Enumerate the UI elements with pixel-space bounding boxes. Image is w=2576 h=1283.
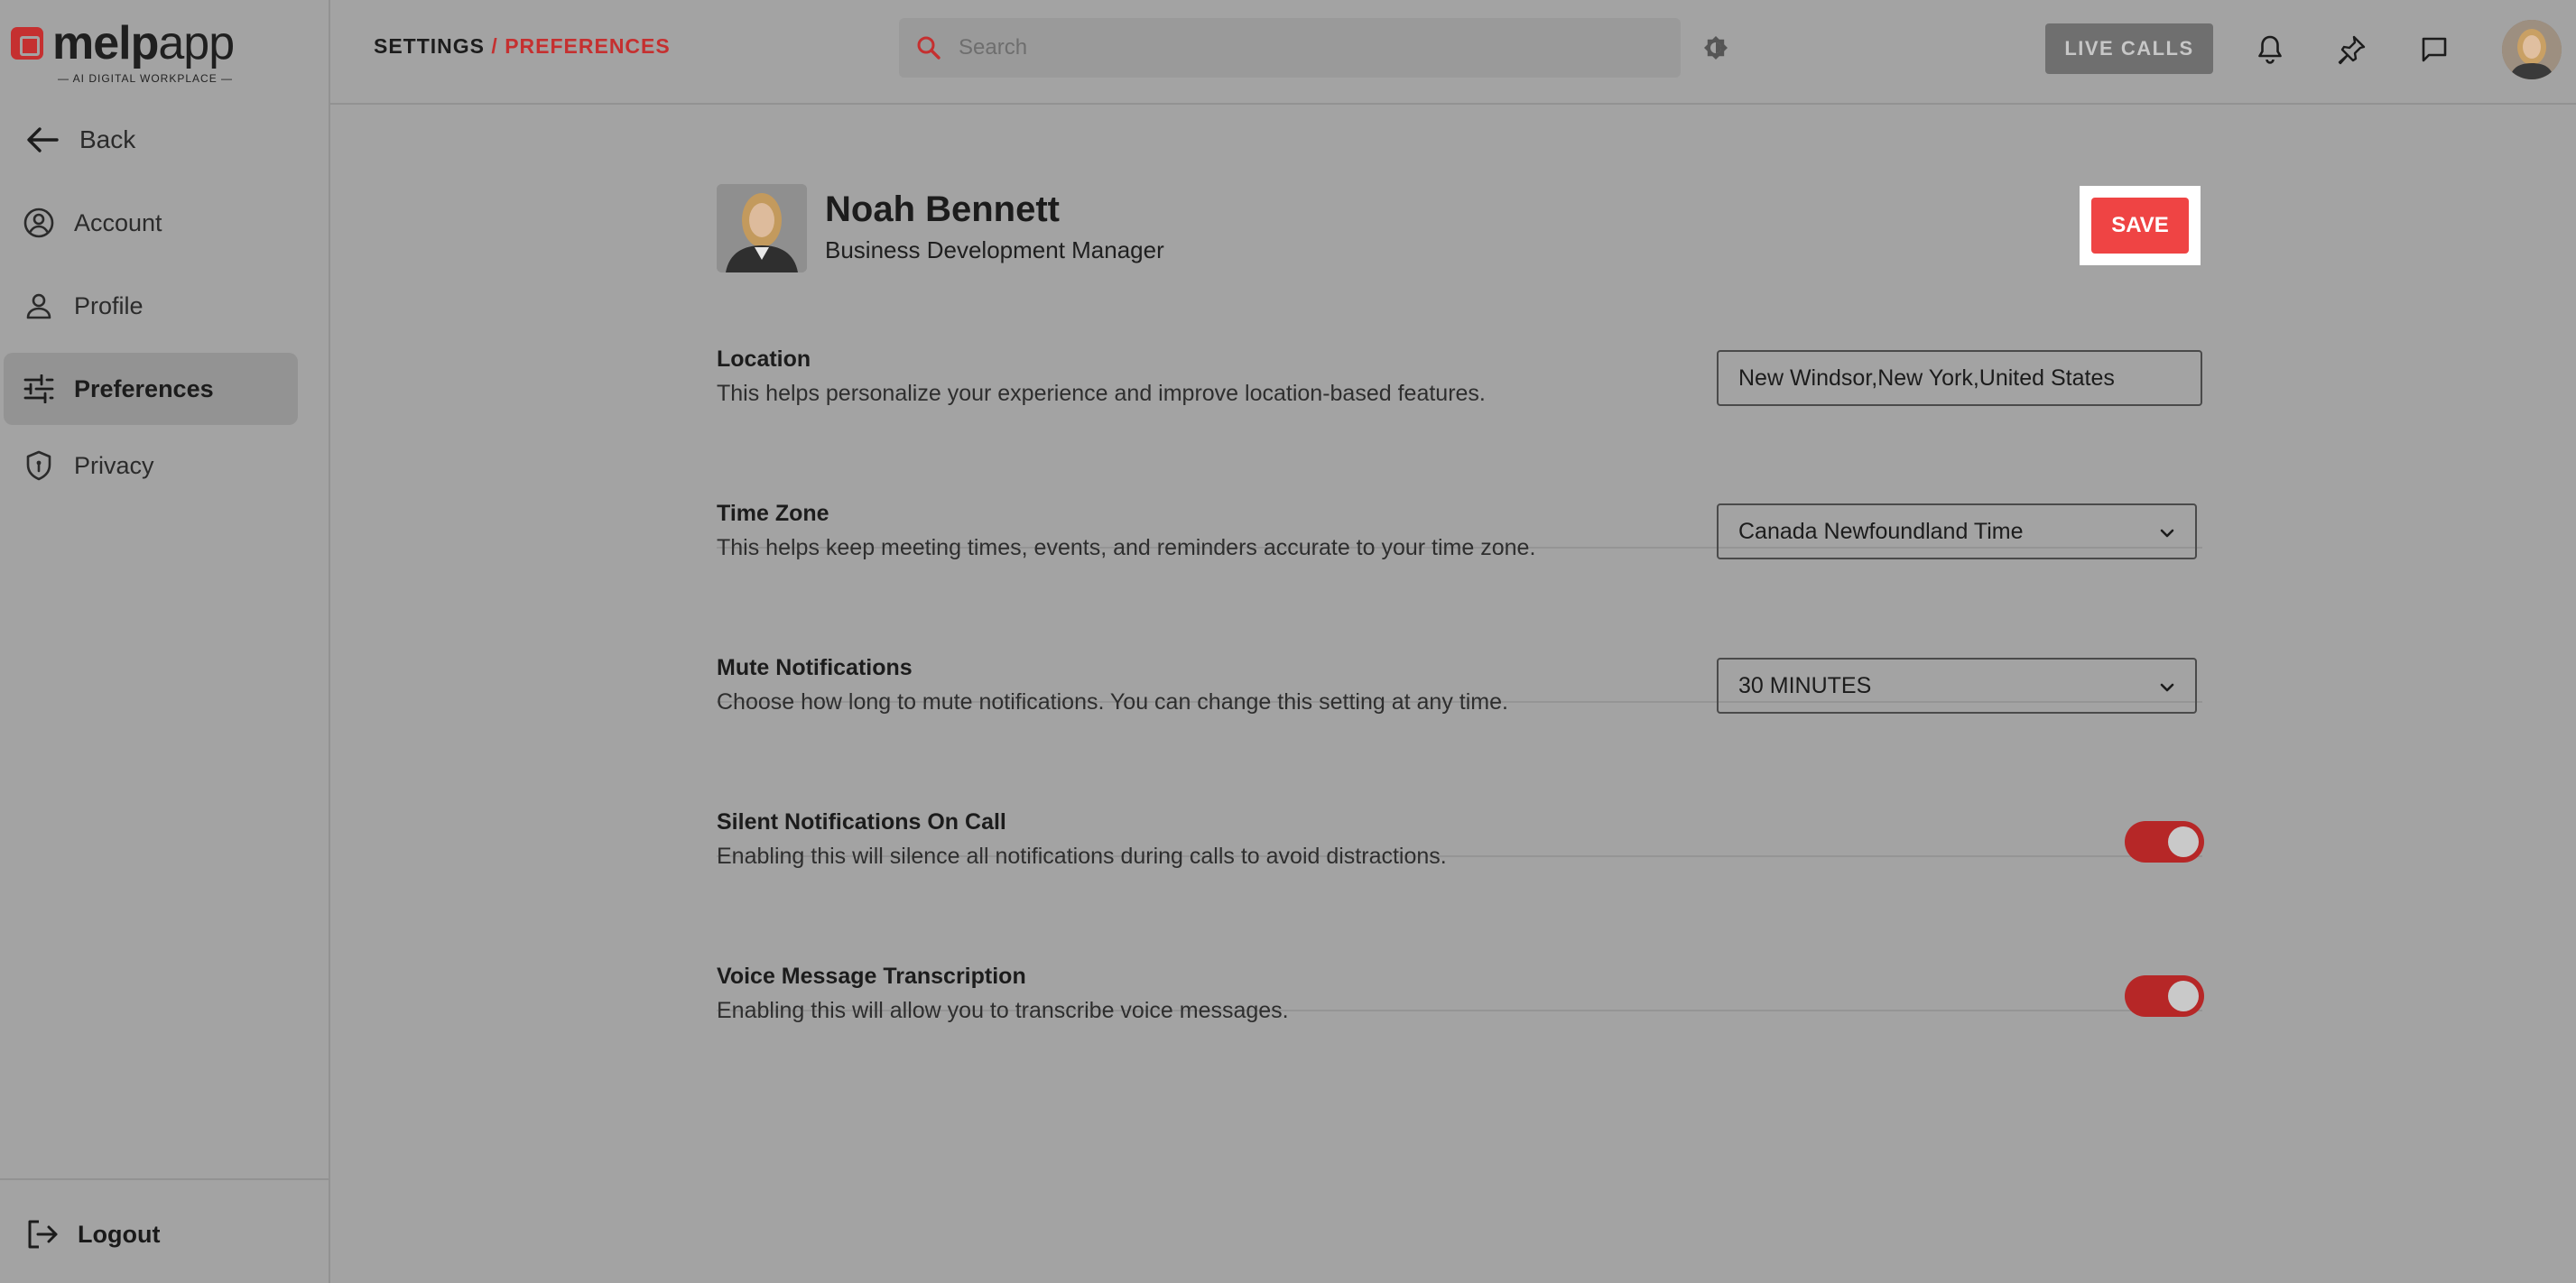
setting-location: Location This helps personalize your exp… <box>717 346 2202 549</box>
logout-icon <box>25 1217 60 1251</box>
setting-label: Mute Notifications <box>717 655 913 680</box>
chevron-down-icon <box>2159 673 2175 699</box>
theme-toggle-icon[interactable] <box>1702 34 1729 61</box>
setting-description: This helps personalize your experience a… <box>717 381 1486 406</box>
pin-icon[interactable] <box>2334 32 2368 67</box>
back-button[interactable]: Back <box>4 104 298 176</box>
logo-name-bold: melp <box>52 17 159 69</box>
app-logo[interactable]: melpapp — AI DIGITAL WORKPLACE — <box>11 18 246 90</box>
bell-icon[interactable] <box>2253 32 2287 67</box>
chevron-down-icon <box>2159 519 2175 545</box>
sidebar-item-preferences[interactable]: Preferences <box>4 353 298 425</box>
breadcrumb-settings[interactable]: SETTINGS <box>374 34 485 58</box>
setting-description: Enabling this will silence all notificat… <box>717 844 1447 869</box>
save-button[interactable]: SAVE <box>2091 198 2189 254</box>
sidebar-item-account[interactable]: Account <box>4 187 298 259</box>
setting-label: Voice Message Transcription <box>717 964 1026 989</box>
logout-button[interactable]: Logout <box>4 1198 298 1270</box>
logo-mark-icon <box>11 27 43 60</box>
location-field[interactable]: New Windsor,New York,United States <box>1717 350 2202 406</box>
sidebar: melpapp — AI DIGITAL WORKPLACE — Back Ac… <box>0 0 330 1283</box>
breadcrumb-separator: / <box>485 34 505 58</box>
setting-mute-notifications: Mute Notifications Choose how long to mu… <box>717 655 2202 857</box>
setting-description: Enabling this will allow you to transcri… <box>717 998 1289 1023</box>
setting-voice-transcription: Voice Message Transcription Enabling thi… <box>717 964 2204 1117</box>
sidebar-divider <box>0 1178 330 1180</box>
sidebar-item-privacy[interactable]: Privacy <box>4 429 298 502</box>
search-input[interactable] <box>959 35 1645 60</box>
arrow-left-icon <box>25 123 60 157</box>
breadcrumb-current: PREFERENCES <box>505 34 671 58</box>
shield-icon <box>22 448 56 483</box>
voice-transcription-toggle[interactable] <box>2125 975 2204 1017</box>
live-calls-button[interactable]: LIVE CALLS <box>2045 23 2213 74</box>
setting-description: Choose how long to mute notifications. Y… <box>717 689 1508 715</box>
silent-on-call-toggle[interactable] <box>2125 821 2204 863</box>
save-button-highlight: SAVE <box>2080 186 2201 265</box>
search-icon <box>915 34 942 61</box>
sidebar-item-label: Privacy <box>74 451 154 479</box>
sidebar-item-profile[interactable]: Profile <box>4 270 298 342</box>
setting-description: This helps keep meeting times, events, a… <box>717 535 1536 560</box>
sidebar-item-label: Account <box>74 208 162 236</box>
search-bar[interactable] <box>899 18 1681 78</box>
logo-name-light: app <box>158 17 235 69</box>
setting-label: Time Zone <box>717 501 829 526</box>
chat-icon[interactable] <box>2417 32 2451 67</box>
person-icon <box>22 289 56 323</box>
timezone-value: Canada Newfoundland Time <box>1738 518 2024 544</box>
back-label: Back <box>79 125 136 153</box>
setting-label: Silent Notifications On Call <box>717 809 1006 835</box>
breadcrumb: SETTINGS / PREFERENCES <box>374 34 671 59</box>
mute-duration-select[interactable]: 30 MINUTES <box>1717 658 2197 714</box>
mute-duration-value: 30 MINUTES <box>1738 672 1872 698</box>
profile-photo <box>717 184 807 272</box>
logout-label: Logout <box>78 1220 161 1248</box>
account-circle-icon <box>22 206 56 240</box>
setting-timezone: Time Zone This helps keep meeting times,… <box>717 501 2202 703</box>
sidebar-item-label: Preferences <box>74 374 214 402</box>
setting-label: Location <box>717 346 811 372</box>
user-avatar[interactable] <box>2502 20 2562 79</box>
profile-header: Noah Bennett Business Development Manage… <box>717 180 2202 280</box>
profile-role: Business Development Manager <box>825 236 1164 263</box>
profile-name: Noah Bennett <box>825 189 1060 229</box>
top-header: SETTINGS / PREFERENCES LIVE CALLS <box>330 0 2576 105</box>
sliders-icon <box>22 372 56 406</box>
setting-silent-on-call: Silent Notifications On Call Enabling th… <box>717 809 2204 1011</box>
timezone-select[interactable]: Canada Newfoundland Time <box>1717 503 2197 559</box>
logo-tagline: — AI DIGITAL WORKPLACE — <box>58 72 234 85</box>
sidebar-item-label: Profile <box>74 291 144 319</box>
